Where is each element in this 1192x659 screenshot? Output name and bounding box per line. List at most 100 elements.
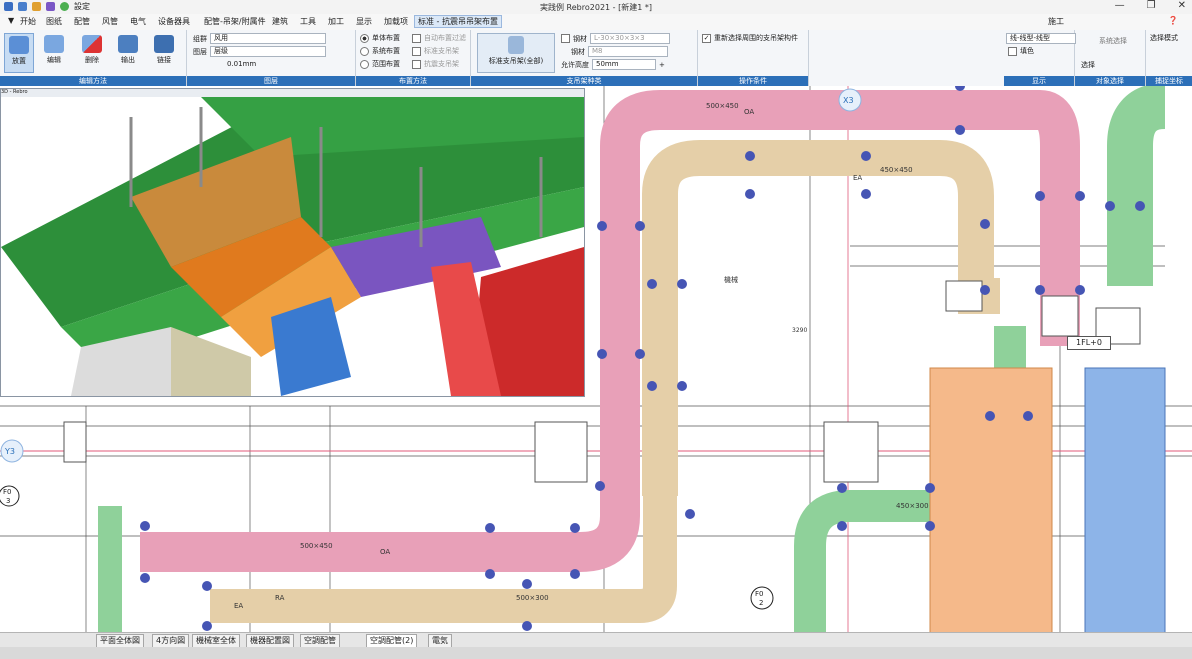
tab-4dir[interactable]: 4方向図: [152, 634, 190, 648]
status-bar: [0, 647, 1192, 659]
section-mark-1: F0: [3, 488, 11, 496]
menu-tools[interactable]: 工具: [300, 16, 316, 27]
linetype-select[interactable]: 线-线型-线型: [1006, 33, 1076, 44]
hanger-icon: [508, 36, 524, 54]
grid-label-y3: Y3: [4, 447, 15, 456]
reselect-check[interactable]: ✓: [702, 33, 711, 43]
link-label: 链接: [157, 56, 171, 64]
equipment-orange[interactable]: [929, 367, 1053, 634]
menu-bar: ▼ 开始 图纸 配管 风管 电气 设备器具 配管-吊架/附属件 建筑 工具 加工…: [0, 14, 1192, 31]
ribbon: 放置 编辑 删除 输出 链接 编辑方法 组群 风用 图层 层级 0.01mm 图层 …: [0, 30, 1192, 87]
group-select[interactable]: 风用: [210, 33, 326, 44]
steel-label: 钢材: [573, 34, 587, 43]
bolt-select[interactable]: M8: [588, 46, 668, 57]
steel-check[interactable]: [561, 34, 570, 43]
3d-view-toolbar: 3D - Rebro: [1, 89, 584, 97]
ops-group-label: 操作条件: [698, 76, 808, 86]
allow-height-label: 允许高度: [561, 60, 589, 69]
tab-machine-room[interactable]: 機械室全体: [192, 634, 240, 648]
output-icon: [118, 35, 138, 53]
place-icon: [9, 36, 29, 54]
output-button[interactable]: 输出: [114, 33, 142, 71]
tab-hvac-piping-2[interactable]: 空調配管(2): [366, 634, 418, 648]
menu-electric[interactable]: 电气: [130, 16, 146, 27]
duct-system-label-ea: EA: [234, 602, 243, 610]
standard-hanger-button-label: 标准支吊架(全部): [488, 57, 544, 65]
hanger-type-group-label: 支吊架种类: [471, 76, 697, 86]
standard-hanger-button[interactable]: 标准支吊架(全部): [477, 33, 555, 73]
delete-button[interactable]: 删除: [78, 33, 106, 71]
menu-view[interactable]: 显示: [356, 16, 372, 27]
link-icon: [154, 35, 174, 53]
menu-seismic-hanger-tab[interactable]: 标准 - 抗震吊吊架布置: [414, 15, 502, 28]
system-layout-label: 系统布置: [372, 47, 400, 55]
section-mark-2: F0: [755, 590, 763, 598]
sheet-tabs: 平面全体図 4方向図 機械室全体 機器配置図 空調配管 空調配管(2) 電気: [0, 632, 1192, 648]
delete-label: 删除: [85, 56, 99, 64]
auto-filter-label: 自动布置过滤: [424, 34, 466, 42]
tab-plan-all[interactable]: 平面全体図: [96, 634, 144, 648]
system-select-label[interactable]: 系统选择: [1099, 36, 1127, 46]
menu-construction[interactable]: 施工: [1048, 16, 1064, 27]
layer-select[interactable]: 层级: [210, 46, 326, 57]
svg-text:2: 2: [759, 599, 763, 607]
equipment-blue[interactable]: [1084, 367, 1166, 634]
menu-hanger[interactable]: 配管-吊架/附属件: [204, 16, 266, 27]
close-button[interactable]: ✕: [1178, 0, 1186, 11]
steel-select[interactable]: L-30×30×3×3: [590, 33, 670, 44]
layer-group: 组群 风用 图层 层级 0.01mm 图层: [187, 30, 356, 86]
layout-method-group-label: 布置方法: [356, 76, 470, 86]
add-icon[interactable]: +: [659, 61, 665, 69]
tab-equipment-layout[interactable]: 機器配置図: [246, 634, 294, 648]
duct-size-label-3: 500×300: [516, 594, 549, 602]
menu-file-icon[interactable]: ▼: [8, 16, 14, 25]
auto-filter-check[interactable]: [412, 33, 421, 43]
duct-system-label-ea-2: EA: [853, 174, 862, 182]
seismic-hanger-label: 抗震支吊架: [424, 60, 459, 68]
select-mode-label[interactable]: 选择模式: [1150, 33, 1178, 43]
menu-duct[interactable]: 风管: [102, 16, 118, 27]
range-layout-label: 范围布置: [372, 60, 400, 68]
duct-size-label-5: 500×450: [706, 102, 739, 110]
place-button[interactable]: 放置: [4, 33, 34, 73]
edit-button[interactable]: 编辑: [40, 33, 68, 71]
fill-check[interactable]: [1008, 46, 1017, 56]
maximize-button[interactable]: ❐: [1147, 0, 1156, 11]
duct-size-label-2: RA: [275, 594, 285, 602]
minimize-button[interactable]: —: [1115, 0, 1125, 11]
dim-label-1: 3290: [792, 327, 807, 334]
line-width-value[interactable]: 0.01mm: [227, 60, 256, 68]
duct-size-label-1: 500×450: [300, 542, 333, 550]
menu-process[interactable]: 加工: [328, 16, 344, 27]
window-title: 実践例 Rebro2021 - [新建1 *]: [540, 3, 652, 12]
menu-drawing[interactable]: 图纸: [46, 16, 62, 27]
range-layout-radio[interactable]: [360, 59, 369, 69]
single-layout-label: 单体布置: [372, 34, 400, 42]
select-group: 系统选择 选择 对象选择: [1075, 30, 1146, 86]
place-label: 放置: [12, 57, 26, 65]
duct-size-label-6: 450×300: [896, 502, 929, 510]
tab-hvac-piping[interactable]: 空調配管: [300, 634, 340, 648]
seismic-hanger-check[interactable]: [412, 59, 421, 69]
coord-group-label: 捕捉坐标: [1146, 76, 1192, 86]
bolt-label: 钢材: [571, 47, 585, 56]
group-label: 组群: [193, 34, 207, 43]
menu-addins[interactable]: 加载项: [384, 16, 408, 27]
menu-equipment[interactable]: 设备器具: [158, 16, 190, 27]
hanger-type-group: 标准支吊架(全部) 钢材 L-30×30×3×3 钢材 M8 允许高度 50mm + 支…: [471, 30, 698, 86]
delete-icon: [82, 35, 102, 53]
elevation-readout: 1FL+0: [1067, 336, 1111, 350]
tab-electric[interactable]: 電気: [428, 634, 452, 648]
single-layout-radio[interactable]: [360, 33, 369, 43]
allow-height-input[interactable]: 50mm: [592, 59, 656, 70]
3d-view-window[interactable]: 3D - Rebro: [0, 88, 585, 397]
select-label[interactable]: 选择: [1081, 60, 1095, 70]
ops-group: ✓ 重新选择周围的支吊架构件 操作条件: [698, 30, 809, 86]
menu-building[interactable]: 建筑: [272, 16, 288, 27]
link-button[interactable]: 链接: [150, 33, 178, 71]
standard-hanger-check[interactable]: [412, 46, 421, 56]
menu-home[interactable]: 开始: [20, 16, 36, 27]
system-layout-radio[interactable]: [360, 46, 369, 56]
help-icon[interactable]: ❓: [1168, 16, 1178, 25]
menu-piping[interactable]: 配管: [74, 16, 90, 27]
